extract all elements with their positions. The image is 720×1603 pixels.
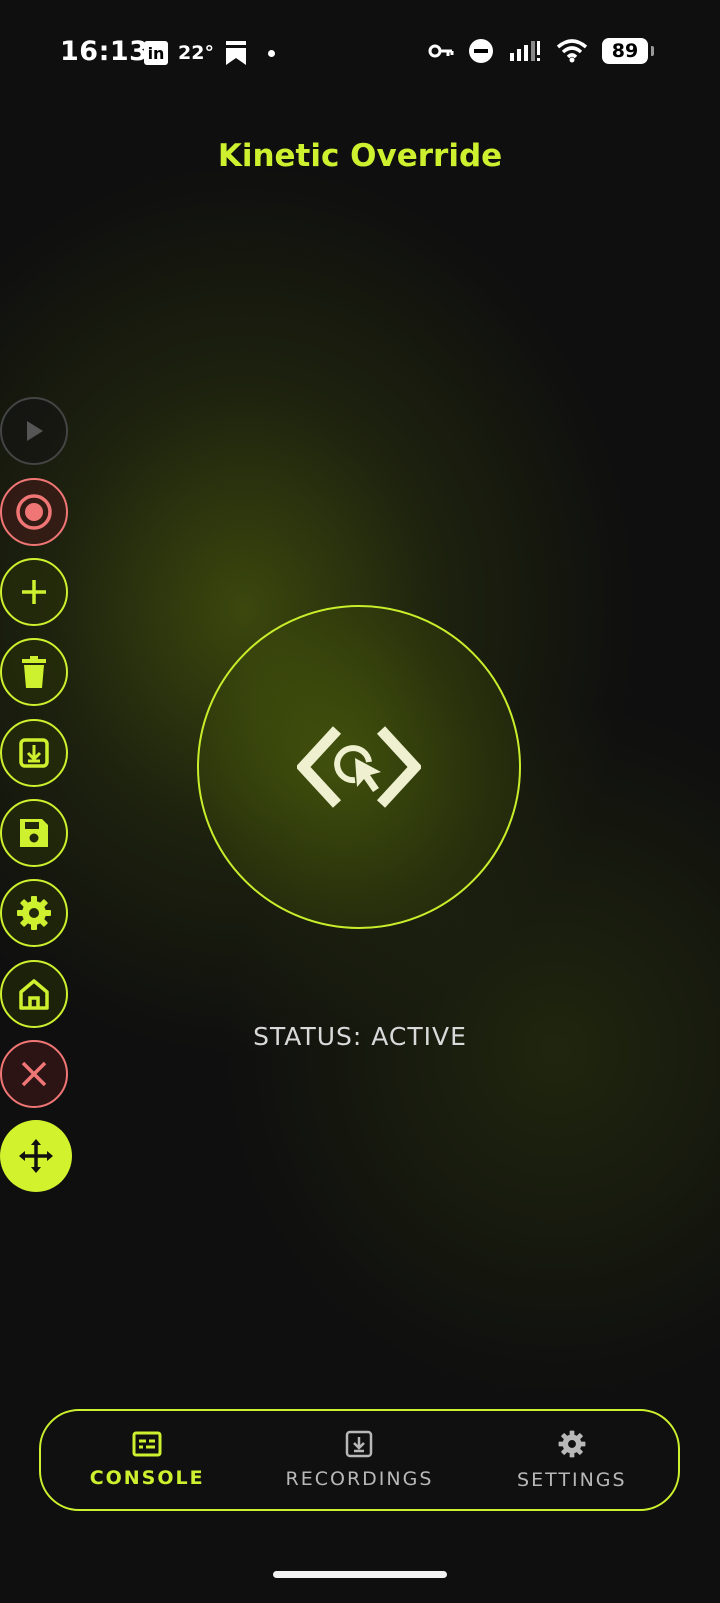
nav-console[interactable]: CONSOLE bbox=[47, 1431, 247, 1489]
play-button[interactable] bbox=[0, 397, 68, 465]
notification-icons: in 22° bbox=[144, 40, 275, 66]
home-icon bbox=[19, 979, 49, 1010]
import-icon bbox=[19, 738, 49, 768]
delete-button[interactable] bbox=[0, 638, 68, 706]
trash-icon bbox=[22, 656, 46, 688]
record-icon bbox=[16, 494, 52, 530]
gear-icon bbox=[17, 896, 51, 930]
record-button[interactable] bbox=[0, 478, 68, 546]
save-button[interactable] bbox=[0, 799, 68, 867]
status-bar: 16:13 in 22° 89 bbox=[0, 0, 720, 108]
code-click-icon bbox=[297, 726, 421, 808]
bookmark-icon bbox=[225, 41, 246, 65]
bottom-navigation: CONSOLE RECORDINGS SETTINGS bbox=[39, 1409, 680, 1511]
weather-temperature: 22° bbox=[178, 42, 214, 64]
do-not-disturb-icon bbox=[469, 39, 493, 63]
app-title: Kinetic Override bbox=[217, 138, 503, 174]
settings-button[interactable] bbox=[0, 879, 68, 947]
battery-indicator: 89 bbox=[602, 38, 654, 64]
nav-settings[interactable]: SETTINGS bbox=[472, 1429, 672, 1491]
move-icon bbox=[19, 1139, 53, 1173]
console-icon bbox=[132, 1431, 162, 1457]
nav-label: CONSOLE bbox=[89, 1467, 205, 1489]
linkedin-icon: in bbox=[144, 41, 168, 65]
vpn-key-icon bbox=[428, 44, 454, 58]
nav-label: RECORDINGS bbox=[285, 1468, 434, 1490]
home-button[interactable] bbox=[0, 960, 68, 1028]
home-indicator-bar[interactable] bbox=[273, 1571, 447, 1578]
download-icon bbox=[346, 1430, 373, 1458]
close-icon bbox=[21, 1061, 47, 1087]
override-toggle-button[interactable] bbox=[197, 605, 521, 929]
nav-label: SETTINGS bbox=[517, 1469, 627, 1491]
system-icons: 89 bbox=[428, 38, 654, 64]
move-handle[interactable] bbox=[0, 1120, 72, 1192]
gear-icon bbox=[558, 1430, 586, 1458]
add-button[interactable] bbox=[0, 558, 68, 626]
signal-icon bbox=[510, 41, 540, 61]
clock: 16:13 bbox=[60, 36, 149, 67]
nav-recordings[interactable]: RECORDINGS bbox=[259, 1430, 459, 1490]
status-label: STATUS: ACTIVE bbox=[253, 1022, 467, 1051]
wifi-icon bbox=[556, 39, 588, 63]
save-icon bbox=[20, 819, 48, 847]
add-icon bbox=[22, 580, 46, 604]
play-icon bbox=[27, 421, 43, 441]
more-notifications-dot bbox=[267, 49, 275, 57]
import-button[interactable] bbox=[0, 719, 68, 787]
